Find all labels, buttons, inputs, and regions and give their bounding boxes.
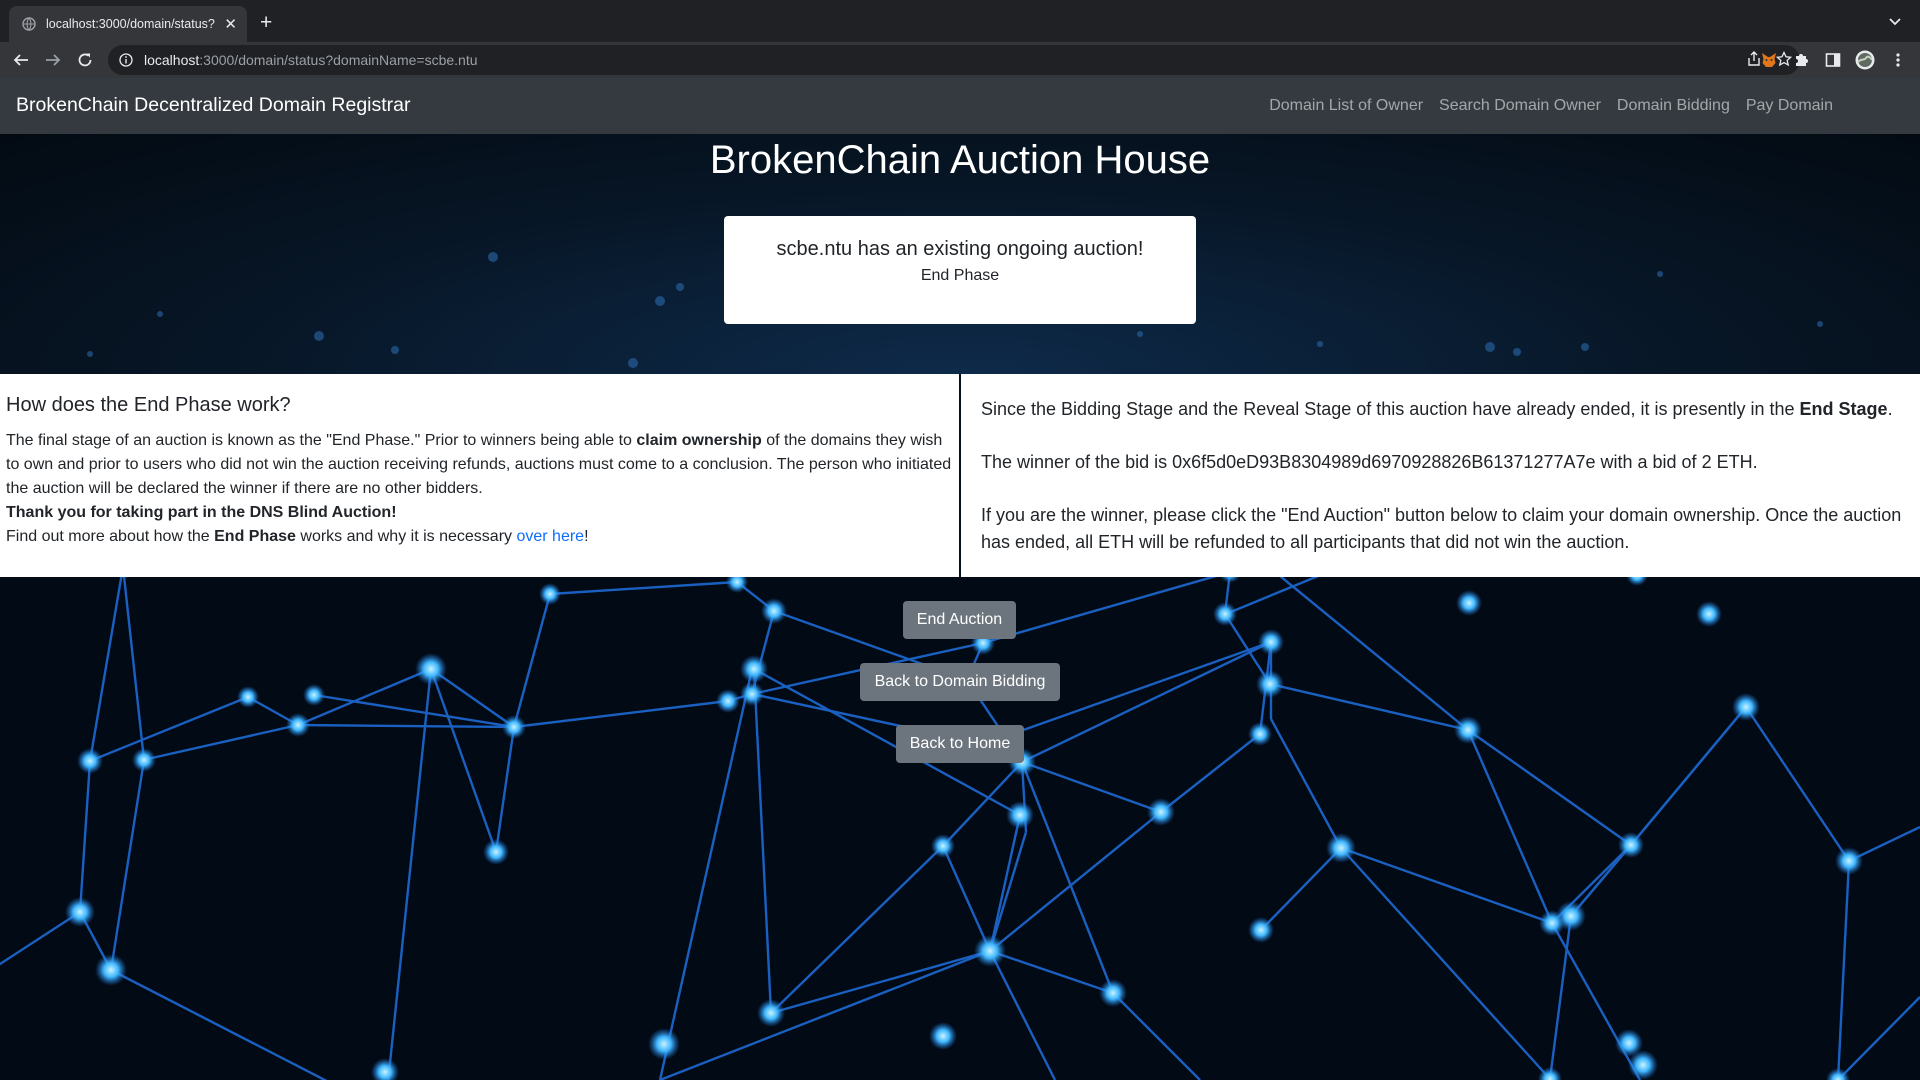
- explainer-bold-claim: claim ownership: [636, 432, 762, 449]
- page-title: BrokenChain Auction House: [709, 138, 1211, 182]
- url-path: :3000/domain/status?domainName=scbe.ntu: [199, 52, 478, 68]
- close-tab-icon[interactable]: ✕: [224, 17, 237, 32]
- back-to-home-button[interactable]: Back to Home: [896, 725, 1024, 763]
- side-panel-icon[interactable]: [1823, 50, 1843, 70]
- end-phase-explainer: How does the End Phase work? The final s…: [0, 374, 959, 577]
- url-text: localhost:3000/domain/status?domainName=…: [144, 52, 478, 68]
- globe-icon: [21, 16, 37, 32]
- app-navbar: BrokenChain Decentralized Domain Registr…: [0, 78, 1920, 134]
- menu-kebab-icon[interactable]: [1888, 50, 1908, 70]
- explainer-paragraph: The final stage of an auction is known a…: [6, 429, 953, 501]
- end-auction-button[interactable]: End Auction: [903, 601, 1016, 639]
- back-arrow-icon[interactable]: [12, 51, 30, 69]
- forward-arrow-icon[interactable]: [44, 51, 62, 69]
- chevron-down-icon[interactable]: [1888, 14, 1902, 33]
- stage-info-bold: End Stage: [1799, 399, 1888, 419]
- auction-phase-label: End Phase: [920, 267, 1000, 284]
- auction-status-message: scbe.ntu has an existing ongoing auction…: [776, 238, 1144, 260]
- thanks-text: Thank you for taking part in the DNS Bli…: [6, 504, 397, 521]
- navbar-brand[interactable]: BrokenChain Decentralized Domain Registr…: [16, 94, 411, 117]
- stage-info: Since the Bidding Stage and the Reveal S…: [981, 396, 1910, 423]
- site-info-icon[interactable]: [118, 52, 134, 68]
- back-to-domain-bidding-button[interactable]: Back to Domain Bidding: [860, 663, 1060, 701]
- reload-icon[interactable]: [76, 51, 94, 69]
- auction-result-panel: Since the Bidding Stage and the Reveal S…: [961, 374, 1920, 577]
- over-here-link[interactable]: over here: [516, 528, 584, 545]
- explainer-text-a: The final stage of an auction is known a…: [6, 432, 637, 449]
- thanks-message: Thank you for taking part in the DNS Bli…: [6, 501, 953, 525]
- find-out-more: Find out more about how the End Phase wo…: [6, 525, 953, 549]
- stage-info-end: .: [1887, 399, 1893, 419]
- more-text-a: Find out more about how the: [6, 528, 215, 545]
- winner-info: The winner of the bid is 0x6f5d0eD93B830…: [981, 452, 1758, 472]
- browser-tabstrip: localhost:3000/domain/status? ✕ +: [0, 0, 1920, 42]
- nav-link-domain-list[interactable]: Domain List of Owner: [1269, 97, 1423, 115]
- network-background: [0, 577, 1920, 1080]
- browser-toolbar: localhost:3000/domain/status?domainName=…: [0, 42, 1920, 78]
- extensions-puzzle-icon[interactable]: [1791, 50, 1811, 70]
- new-tab-icon[interactable]: +: [260, 12, 272, 33]
- nav-link-search-owner[interactable]: Search Domain Owner: [1439, 97, 1601, 115]
- nav-link-domain-bidding[interactable]: Domain Bidding: [1617, 97, 1730, 115]
- network-graph-image: [0, 577, 1920, 1080]
- hero-section: BrokenChain Auction House scbe.ntu has a…: [0, 134, 1920, 374]
- auction-status-card: scbe.ntu has an existing ongoing auction…: [724, 216, 1196, 324]
- more-text-b: works and why it is necessary: [295, 528, 517, 545]
- more-text-end: !: [584, 528, 589, 545]
- metamask-fox-icon[interactable]: [1759, 50, 1779, 70]
- stage-info-text: Since the Bidding Stage and the Reveal S…: [981, 399, 1800, 419]
- address-bar[interactable]: localhost:3000/domain/status?domainName=…: [108, 45, 1800, 75]
- navbar-links: Domain List of Owner Search Domain Owner…: [1269, 97, 1833, 115]
- more-bold: End Phase: [214, 528, 296, 545]
- winner-instructions: If you are the winner, please click the …: [981, 505, 1902, 552]
- explainer-heading: How does the End Phase work?: [6, 394, 291, 416]
- nav-link-pay-domain[interactable]: Pay Domain: [1746, 97, 1833, 115]
- tab-title: localhost:3000/domain/status?: [46, 17, 215, 31]
- profile-avatar[interactable]: [1855, 50, 1875, 70]
- url-host: localhost: [144, 52, 200, 68]
- browser-tab[interactable]: localhost:3000/domain/status? ✕: [9, 6, 247, 42]
